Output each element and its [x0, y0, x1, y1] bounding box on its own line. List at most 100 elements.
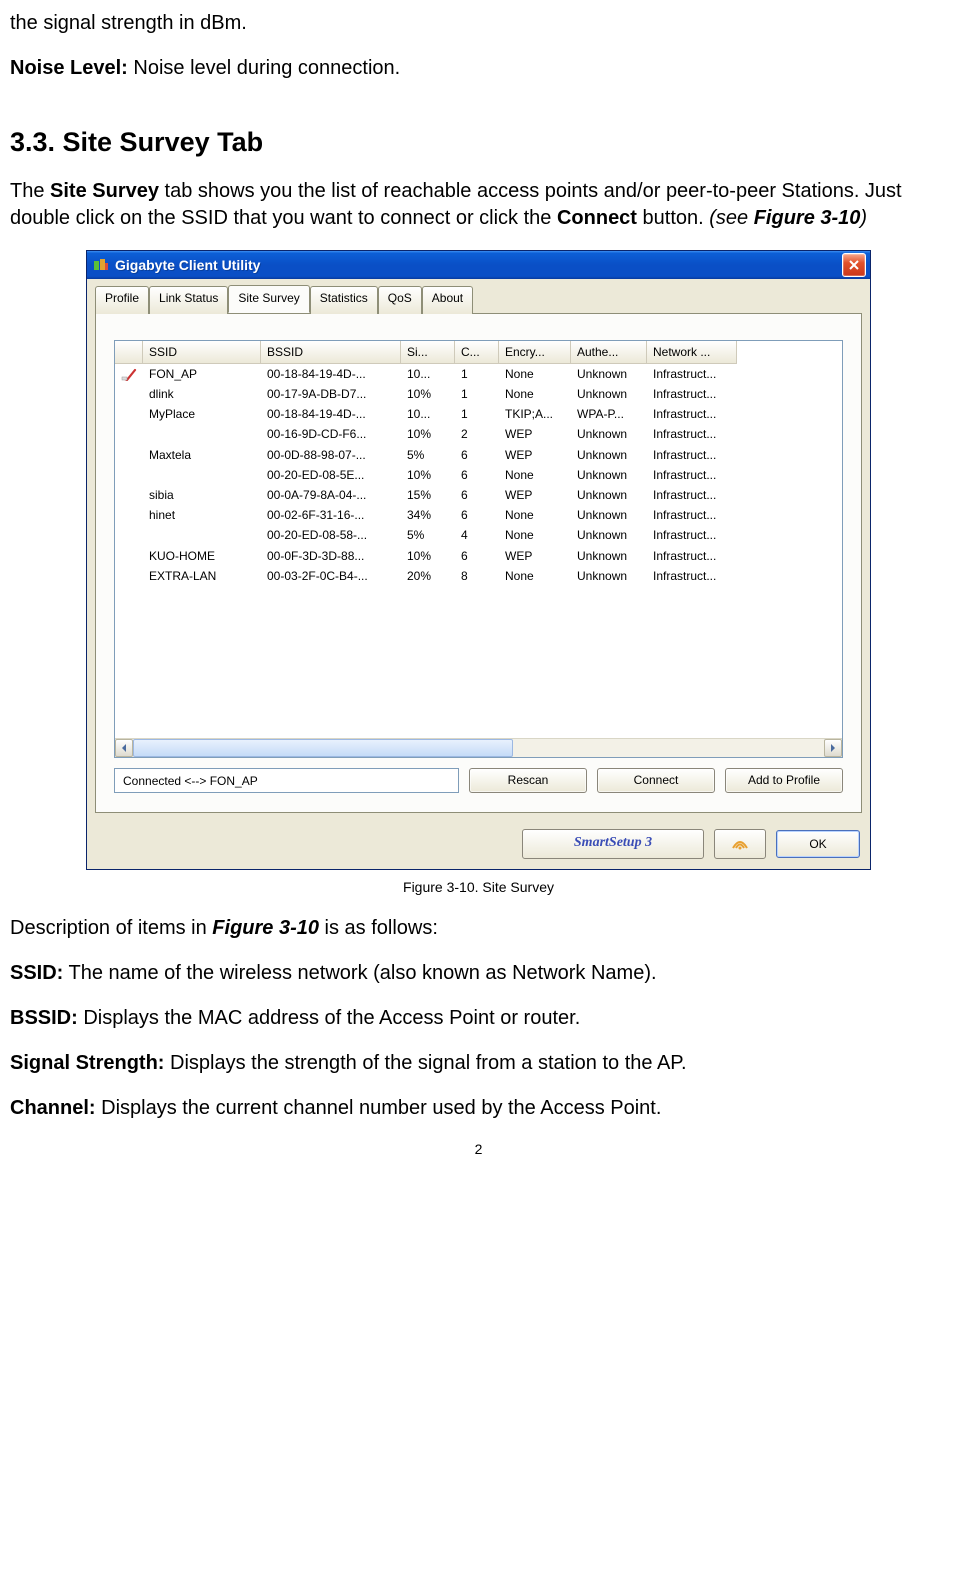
col-header-icon[interactable]	[115, 341, 143, 364]
table-row[interactable]: MyPlace00-18-84-19-4D-...10...1TKIP;A...…	[115, 404, 842, 424]
def-ssid: SSID: The name of the wireless network (…	[10, 960, 947, 987]
cell-auth: Unknown	[571, 546, 647, 566]
cell-signal: 20%	[401, 566, 455, 586]
add-to-profile-button[interactable]: Add to Profile	[725, 768, 843, 793]
table-row[interactable]: 00-20-ED-08-5E...10%6NoneUnknownInfrastr…	[115, 465, 842, 485]
cell-net: Infrastruct...	[647, 546, 737, 566]
cell-net: Infrastruct...	[647, 525, 737, 545]
def-signal-strength: Signal Strength: Displays the strength o…	[10, 1050, 947, 1077]
table-row[interactable]: KUO-HOME00-0F-3D-3D-88...10%6WEPUnknownI…	[115, 546, 842, 566]
cell-signal: 5%	[401, 445, 455, 465]
cell-auth: Unknown	[571, 424, 647, 444]
table-row[interactable]: sibia00-0A-79-8A-04-...15%6WEPUnknownInf…	[115, 485, 842, 505]
cell-net: Infrastruct...	[647, 404, 737, 424]
cell-ssid	[143, 424, 261, 444]
cell-bssid: 00-18-84-19-4D-...	[261, 404, 401, 424]
tab-panel-site-survey: SSID BSSID Si... C... Encry... Authe... …	[95, 313, 862, 813]
close-button[interactable]	[842, 253, 866, 277]
col-header-bssid[interactable]: BSSID	[261, 341, 401, 364]
window-footer: SmartSetup 3 OK	[87, 821, 870, 869]
connect-button[interactable]: Connect	[597, 768, 715, 793]
col-header-signal[interactable]: Si...	[401, 341, 455, 364]
cell-enc: None	[499, 384, 571, 404]
col-header-ssid[interactable]: SSID	[143, 341, 261, 364]
scroll-track[interactable]	[133, 739, 824, 757]
horizontal-scrollbar[interactable]	[115, 738, 842, 757]
cell-signal: 10%	[401, 546, 455, 566]
tab-profile[interactable]: Profile	[95, 286, 149, 313]
scroll-left-button[interactable]	[115, 739, 133, 757]
cell-chan: 6	[455, 485, 499, 505]
tab-qos[interactable]: QoS	[378, 286, 422, 313]
cell-bssid: 00-0D-88-98-07-...	[261, 445, 401, 465]
network-list[interactable]: SSID BSSID Si... C... Encry... Authe... …	[114, 340, 843, 758]
cell-auth: Unknown	[571, 505, 647, 525]
cell-auth: Unknown	[571, 465, 647, 485]
window-title: Gigabyte Client Utility	[115, 256, 260, 275]
cell-auth: Unknown	[571, 445, 647, 465]
table-row[interactable]: Maxtela00-0D-88-98-07-...5%6WEPUnknownIn…	[115, 445, 842, 465]
col-header-auth[interactable]: Authe...	[571, 341, 647, 364]
paragraph-section-intro: The Site Survey tab shows you the list o…	[10, 178, 947, 232]
table-row[interactable]: dlink00-17-9A-DB-D7...10%1NoneUnknownInf…	[115, 384, 842, 404]
row-icon-cell	[115, 424, 143, 444]
scroll-right-button[interactable]	[824, 739, 842, 757]
ok-button[interactable]: OK	[776, 830, 860, 858]
cell-ssid: FON_AP	[143, 364, 261, 384]
col-header-channel[interactable]: C...	[455, 341, 499, 364]
col-header-network[interactable]: Network ...	[647, 341, 737, 364]
cell-auth: Unknown	[571, 384, 647, 404]
scroll-thumb[interactable]	[133, 739, 513, 757]
cell-ssid	[143, 525, 261, 545]
text-noise-desc: Noise level during connection.	[128, 57, 400, 79]
list-header: SSID BSSID Si... C... Encry... Authe... …	[115, 341, 842, 364]
cell-enc: None	[499, 505, 571, 525]
connection-status: Connected <--> FON_AP	[114, 768, 459, 793]
cell-enc: None	[499, 566, 571, 586]
cell-signal: 10%	[401, 465, 455, 485]
cell-signal: 10%	[401, 424, 455, 444]
wireless-icon-button[interactable]	[714, 829, 766, 859]
row-icon-cell	[115, 485, 143, 505]
cell-chan: 1	[455, 404, 499, 424]
table-row[interactable]: hinet00-02-6F-31-16-...34%6NoneUnknownIn…	[115, 505, 842, 525]
tabs: Profile Link Status Site Survey Statisti…	[87, 279, 870, 312]
table-row[interactable]: 00-20-ED-08-58-...5%4NoneUnknownInfrastr…	[115, 525, 842, 545]
row-icon-cell	[115, 465, 143, 485]
tab-site-survey[interactable]: Site Survey	[228, 285, 309, 312]
row-icon-cell	[115, 505, 143, 525]
row-icon-cell	[115, 566, 143, 586]
tab-statistics[interactable]: Statistics	[310, 286, 378, 313]
figure-caption: Figure 3-10. Site Survey	[10, 878, 947, 897]
cell-enc: WEP	[499, 424, 571, 444]
rescan-button[interactable]: Rescan	[469, 768, 587, 793]
row-icon-cell	[115, 384, 143, 404]
cell-chan: 4	[455, 525, 499, 545]
cell-bssid: 00-03-2F-0C-B4-...	[261, 566, 401, 586]
cell-bssid: 00-16-9D-CD-F6...	[261, 424, 401, 444]
row-icon-cell	[115, 445, 143, 465]
table-row[interactable]: FON_AP00-18-84-19-4D-...10...1NoneUnknow…	[115, 364, 842, 384]
cell-net: Infrastruct...	[647, 445, 737, 465]
cell-enc: WEP	[499, 546, 571, 566]
tab-link-status[interactable]: Link Status	[149, 286, 228, 313]
col-header-encryption[interactable]: Encry...	[499, 341, 571, 364]
cell-enc: WEP	[499, 485, 571, 505]
cell-ssid: sibia	[143, 485, 261, 505]
table-row[interactable]: EXTRA-LAN00-03-2F-0C-B4-...20%8NoneUnkno…	[115, 566, 842, 586]
cell-signal: 10%	[401, 384, 455, 404]
tab-about[interactable]: About	[422, 286, 473, 313]
cell-bssid: 00-18-84-19-4D-...	[261, 364, 401, 384]
cell-enc: None	[499, 465, 571, 485]
figure-3-10: Gigabyte Client Utility Profile Link Sta…	[86, 250, 871, 869]
cell-bssid: 00-0F-3D-3D-88...	[261, 546, 401, 566]
app-icon	[93, 257, 109, 273]
client-utility-window: Gigabyte Client Utility Profile Link Sta…	[86, 250, 871, 869]
cell-chan: 1	[455, 384, 499, 404]
titlebar[interactable]: Gigabyte Client Utility	[87, 251, 870, 279]
table-row[interactable]: 00-16-9D-CD-F6...10%2WEPUnknownInfrastru…	[115, 424, 842, 444]
row-icon-cell	[115, 364, 143, 384]
cell-net: Infrastruct...	[647, 364, 737, 384]
cell-ssid: Maxtela	[143, 445, 261, 465]
smartsetup-button[interactable]: SmartSetup 3	[522, 829, 704, 859]
